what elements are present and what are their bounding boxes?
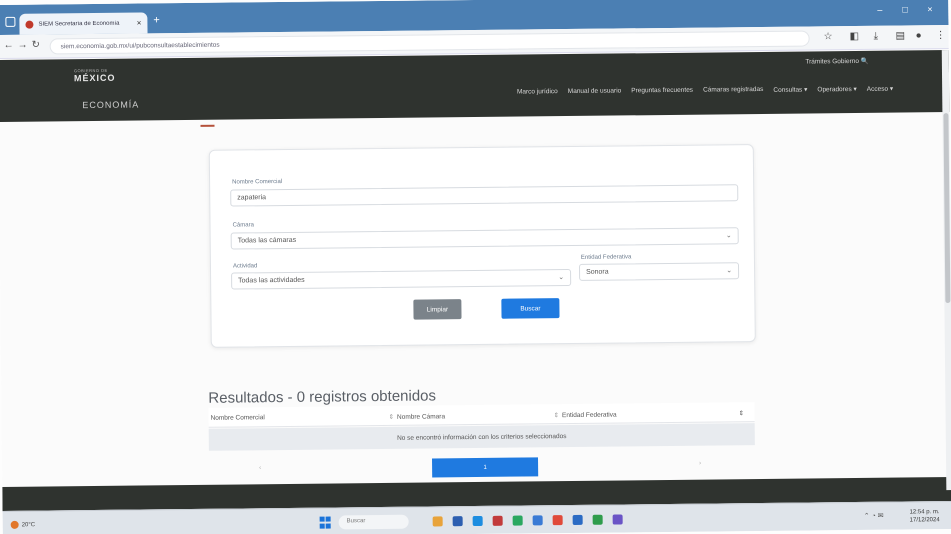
menu-manual-usuario[interactable]: Manual de usuario — [568, 87, 622, 96]
chevron-down-icon: ⌄ — [726, 267, 733, 275]
sidebar-icon[interactable]: ▤ — [896, 30, 906, 41]
browser-tab[interactable]: SIEM Secretaría de Economía × — [19, 12, 148, 35]
app-icon[interactable] — [612, 514, 623, 525]
weather-temp: 20°C — [21, 522, 36, 529]
download-icon[interactable]: ⤓ — [874, 31, 879, 42]
site-header: GOBIERNO DE MÉXICO ECONOMÍA Trámites Gob… — [0, 50, 950, 122]
logo-big-text: MÉXICO — [73, 72, 116, 84]
star-icon[interactable]: ☆ — [824, 31, 833, 42]
extensions-icon[interactable]: ◧ — [850, 31, 860, 42]
menu-operadores[interactable]: Operadores ▾ — [817, 85, 856, 93]
edge-icon[interactable] — [472, 515, 483, 527]
page-button[interactable]: 1 — [432, 457, 539, 478]
minimize-button[interactable]: – — [877, 5, 882, 15]
screen: SIEM Secretaría de Economía × + – □ × ← … — [0, 0, 951, 534]
taskbar-search[interactable]: Buscar — [338, 514, 409, 530]
app-icon[interactable] — [592, 514, 603, 525]
chrome-icon[interactable] — [552, 515, 563, 526]
forward-icon[interactable]: → — [18, 40, 28, 51]
app-icon[interactable] — [492, 515, 503, 526]
gobierno-logo[interactable]: GOBIERNO DE MÉXICO — [74, 67, 144, 94]
accent-divider — [200, 124, 215, 127]
actividad-label: Actividad — [232, 263, 258, 270]
results-title: Resultados - 0 registros obtenidos — [208, 387, 437, 407]
profile-icon[interactable]: ● — [916, 30, 922, 41]
menu-consultas[interactable]: Consultas ▾ — [773, 86, 807, 94]
main-menu: Marco jurídico Manual de usuario Pregunt… — [517, 85, 893, 97]
file-explorer-icon[interactable] — [432, 516, 443, 527]
actividad-value: Todas las actividades — [238, 276, 305, 285]
app-icon[interactable] — [532, 515, 543, 526]
weather-icon — [10, 520, 19, 529]
weather-widget[interactable]: 20°C — [10, 520, 36, 529]
clock-date: 17/12/2024 — [909, 517, 940, 524]
col-nombre-camara-wrap[interactable]: ⇕ Nombre Cámara — [389, 412, 446, 421]
empty-results-row: No se encontró información con los crite… — [208, 423, 755, 451]
search-form-card: Nombre Comercial zapateria Cámara Todas … — [208, 144, 756, 348]
clear-button[interactable]: Limpiar — [413, 299, 462, 320]
tab-menu-icon[interactable] — [5, 16, 16, 27]
new-tab-button[interactable]: + — [153, 14, 160, 26]
app-icon[interactable] — [512, 515, 523, 526]
col-nombre-comercial[interactable]: Nombre Comercial — [211, 414, 265, 422]
sort-icon[interactable]: ⇕ — [739, 409, 745, 417]
word-icon[interactable] — [572, 514, 583, 525]
start-button[interactable] — [319, 516, 332, 529]
pagination: ‹ 1 › — [209, 452, 755, 480]
search-button[interactable]: Buscar — [501, 298, 560, 319]
system-tray-icons[interactable]: ⌃ ◔ ✉ — [864, 512, 884, 520]
gov-links[interactable]: Trámites Gobierno 🔍 — [805, 57, 869, 66]
back-icon[interactable]: ← — [4, 40, 14, 51]
economia-label: ECONOMÍA — [82, 99, 140, 111]
entidad-select[interactable]: Sonora ⌄ — [578, 262, 740, 281]
camara-select[interactable]: Todas las cámaras ⌄ — [230, 227, 739, 250]
maximize-button[interactable]: □ — [902, 4, 908, 14]
close-window-button[interactable]: × — [927, 4, 932, 14]
camara-label: Cámara — [232, 222, 254, 229]
actividad-select[interactable]: Todas las actividades ⌄ — [231, 268, 572, 290]
name-label: Nombre Comercial — [232, 179, 283, 186]
sort-icon: ⇕ — [388, 413, 395, 421]
entidad-label: Entidad Federativa — [580, 254, 632, 261]
menu-camaras[interactable]: Cámaras registradas — [703, 86, 763, 95]
favicon-icon — [25, 20, 34, 29]
col-nombre-camara: Nombre Cámara — [396, 413, 446, 421]
chevron-down-icon: ⌄ — [725, 232, 732, 240]
clock[interactable]: 12:54 p. m. 17/12/2024 — [910, 508, 940, 524]
tab-close-icon[interactable]: × — [137, 18, 142, 27]
chevron-down-icon: ⌄ — [558, 274, 565, 282]
col-entidad: Entidad Federativa — [561, 411, 617, 420]
col-entidad-wrap[interactable]: ⇕ Entidad Federativa — [554, 411, 617, 420]
entidad-value: Sonora — [586, 268, 609, 276]
browser-menu-icon[interactable]: ⋮ — [936, 30, 946, 41]
tab-title: SIEM Secretaría de Economía — [38, 20, 120, 28]
pager-prev[interactable]: ‹ — [259, 465, 261, 471]
menu-marco-juridico[interactable]: Marco jurídico — [517, 88, 558, 96]
camara-value: Todas las cámaras — [237, 236, 297, 245]
app-icon[interactable] — [452, 516, 463, 527]
menu-acceso[interactable]: Acceso ▾ — [867, 85, 893, 93]
pager-next[interactable]: › — [699, 461, 701, 467]
url-field[interactable]: siem.economia.gob.mx/ui/pubconsultaestab… — [49, 30, 810, 55]
menu-preguntas[interactable]: Preguntas frecuentes — [631, 87, 693, 96]
name-input[interactable]: zapateria — [230, 184, 739, 207]
sort-icon: ⇕ — [553, 412, 560, 420]
reload-icon[interactable]: ↻ — [32, 40, 41, 51]
